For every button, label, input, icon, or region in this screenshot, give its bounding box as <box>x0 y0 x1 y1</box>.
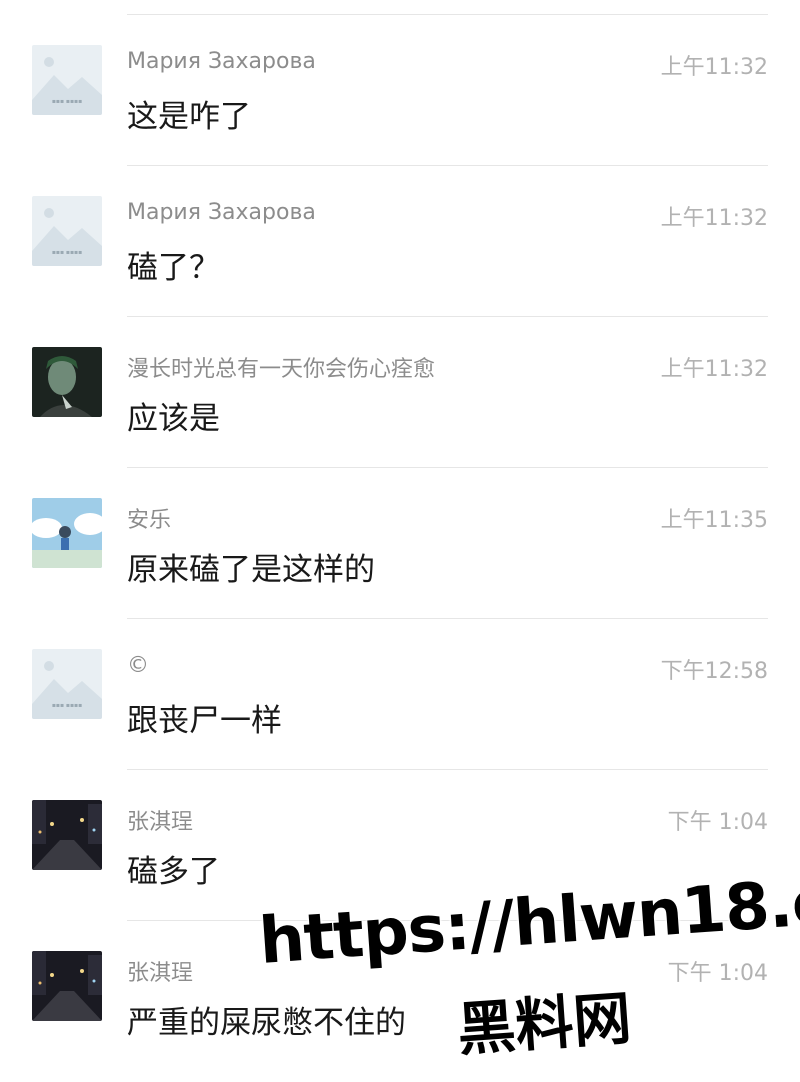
message-item[interactable]: Мария Захарова 上午11:32 这是咋了 <box>0 15 800 166</box>
sender-name: Мария Захарова <box>127 200 316 225</box>
sender-name: 漫长时光总有一天你会伤心痊愈 <box>127 357 436 382</box>
sender-name: 安乐 <box>127 508 172 533</box>
message-time: 上午11:32 <box>660 206 768 231</box>
message-text: 严重的屎尿憋不住的 <box>127 1005 406 1041</box>
message-list[interactable]: Мария Захарова 上午11:32 这是咋了 Мария Захаро… <box>0 15 800 1072</box>
anime-sky-photo <box>32 498 102 568</box>
message-time: 上午11:32 <box>660 55 768 80</box>
placeholder-image-icon <box>32 45 102 115</box>
message-text: 原来磕了是这样的 <box>127 552 375 588</box>
message-item[interactable]: 张淇珵 下午 1:04 磕多了 <box>0 770 800 921</box>
message-text: 应该是 <box>127 401 220 437</box>
avatar[interactable] <box>32 951 102 1021</box>
sender-name: 张淇珵 <box>127 961 194 986</box>
message-time: 下午12:58 <box>660 659 768 684</box>
message-time: 下午 1:04 <box>667 810 768 835</box>
avatar[interactable] <box>32 649 102 719</box>
avatar[interactable] <box>32 347 102 417</box>
message-item[interactable]: 张淇珵 下午 1:04 严重的屎尿憋不住的 <box>0 921 800 1072</box>
night-street-photo <box>32 800 102 870</box>
message-text: 这是咋了 <box>127 99 251 135</box>
message-item[interactable]: Мария Захарова 上午11:32 磕了？ <box>0 166 800 317</box>
message-time: 上午11:35 <box>660 508 768 533</box>
message-text: 跟丧尸一样 <box>127 703 282 739</box>
avatar[interactable] <box>32 800 102 870</box>
night-street-photo <box>32 951 102 1021</box>
sender-name: Мария Захарова <box>127 49 316 74</box>
sender-name: 张淇珵 <box>127 810 194 835</box>
avatar[interactable] <box>32 45 102 115</box>
portrait-photo <box>32 347 102 417</box>
message-item[interactable]: © 下午12:58 跟丧尸一样 <box>0 619 800 770</box>
avatar[interactable] <box>32 498 102 568</box>
message-text: 磕了？ <box>127 250 220 286</box>
message-time: 上午11:32 <box>660 357 768 382</box>
message-time: 下午 1:04 <box>667 961 768 986</box>
message-item[interactable]: 漫长时光总有一天你会伤心痊愈 上午11:32 应该是 <box>0 317 800 468</box>
message-text: 磕多了 <box>127 854 220 890</box>
message-item[interactable]: 安乐 上午11:35 原来磕了是这样的 <box>0 468 800 619</box>
placeholder-image-icon <box>32 196 102 266</box>
avatar[interactable] <box>32 196 102 266</box>
sender-name: © <box>127 653 149 678</box>
placeholder-image-icon <box>32 649 102 719</box>
